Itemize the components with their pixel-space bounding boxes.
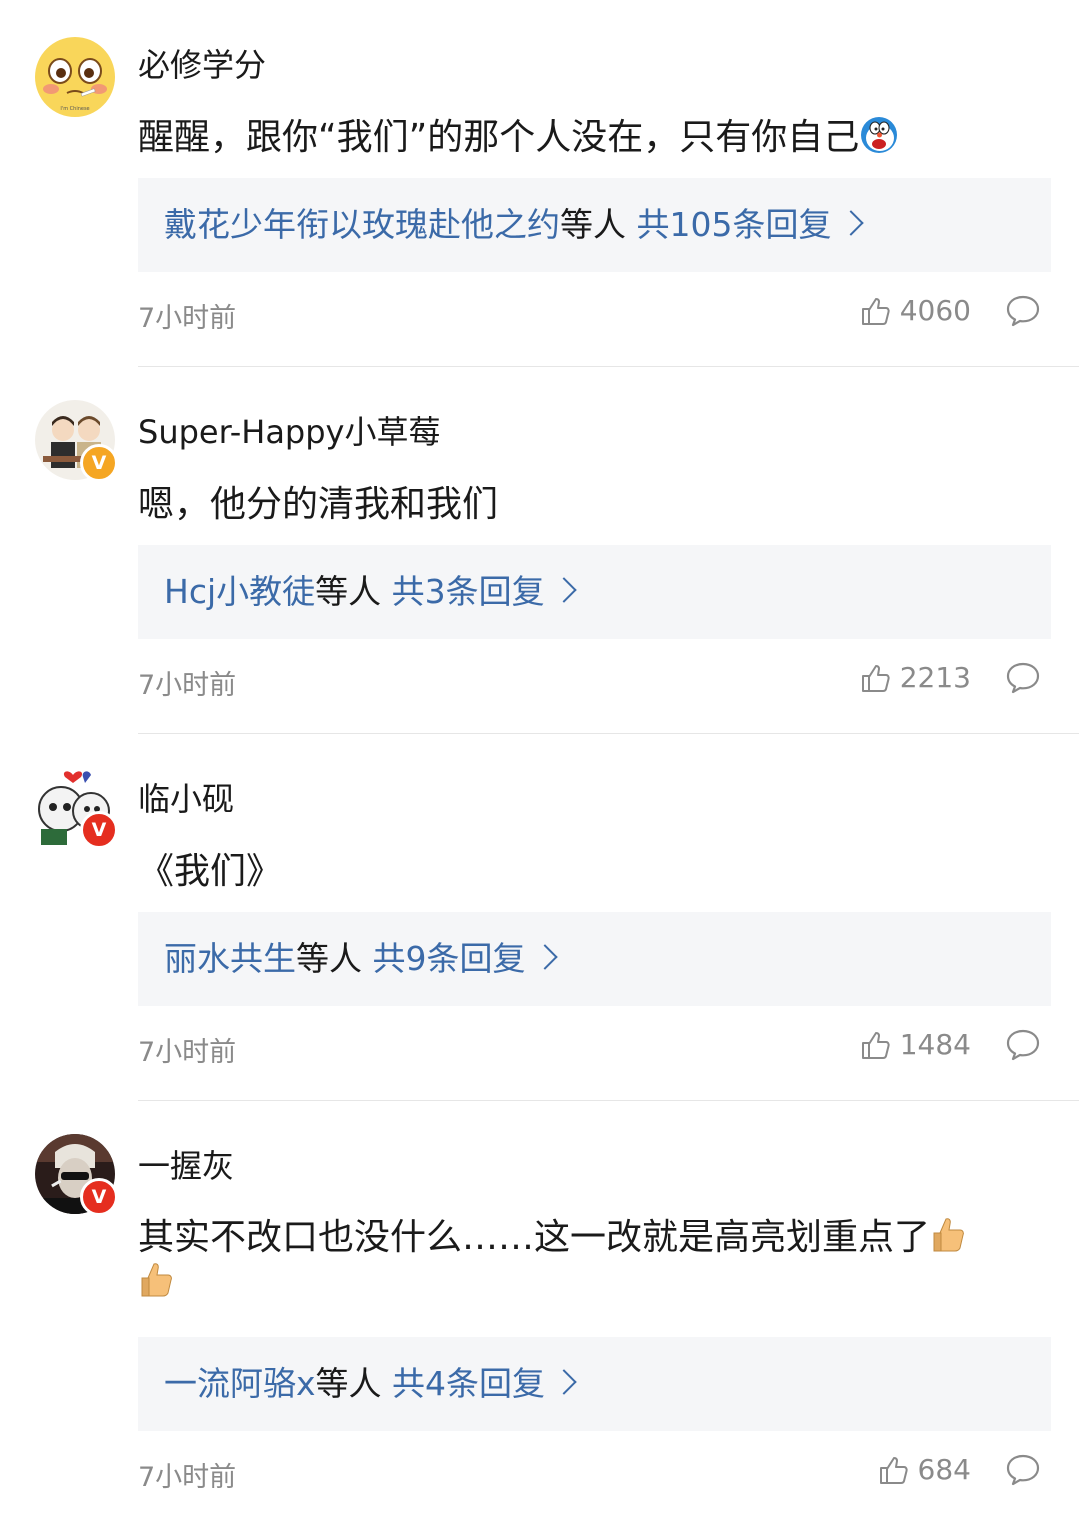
thumbs-up-icon [861,297,890,325]
timestamp: 7小时前 [138,303,237,334]
verified-badge-icon: V [80,811,118,849]
avatar[interactable]: V [33,765,118,849]
comment-text: 醒醒，跟你“我们”的那个人没在，只有你自己 [138,108,899,164]
reply-summary[interactable]: Hcj小教徒等人 共3条回复 [138,545,1051,639]
reply-count[interactable]: 共105条回复 [637,205,832,244]
chevron-right-icon [837,210,864,236]
comment-text-content: 醒醒，跟你“我们”的那个人没在，只有你自己 [138,117,860,158]
like-button[interactable]: 2213 [860,661,971,694]
divider [138,366,1079,367]
chevron-right-icon [551,1369,577,1395]
thumbs-up-icon [861,1031,890,1059]
svg-text:I'm Chinese: I'm Chinese [60,106,89,112]
avatar[interactable]: V [33,1132,118,1216]
reply-summary[interactable]: 戴花少年衔以玫瑰赴他之约等人 共105条回复 [138,178,1051,272]
chevron-right-icon [531,944,558,970]
reply-usernames[interactable]: 丽水共生 [164,939,296,978]
doraemon-emoji-icon [859,115,899,164]
comment-text: 《我们》 [138,851,283,892]
timestamp: 7小时前 [138,670,237,701]
comment-text: 嗯，他分的清我和我们 [138,484,499,525]
like-button[interactable]: 1484 [860,1028,971,1061]
comment-page: { "comments": [ { "username": "必修学分", "t… [0,0,1079,1522]
comment-bubble-icon[interactable] [1005,1453,1041,1491]
like-count: 1484 [899,1028,971,1061]
username[interactable]: 必修学分 [138,40,266,86]
username[interactable]: Super-Happy小草莓 [138,407,441,453]
reply-usernames[interactable]: 一流阿骆x [164,1364,316,1403]
reply-count[interactable]: 共3条回复 [392,572,545,611]
username[interactable]: 一握灰 [138,1141,234,1187]
comment-bubble-icon[interactable] [1005,661,1041,699]
reply-count[interactable]: 共4条回复 [392,1364,545,1403]
comment-text-content: 其实不改口也没什么……这一改就是高亮划重点了 [138,1217,931,1258]
reply-others-label: 等人 [296,939,373,978]
verified-badge-icon: V [80,1178,118,1216]
avatar[interactable]: I'm Chinese [33,35,117,119]
chevron-right-icon [550,577,577,603]
username[interactable]: 临小砚 [138,774,234,820]
blushing-emoji-avatar-icon: I'm Chinese [35,37,115,117]
timestamp: 7小时前 [138,1037,237,1068]
reply-usernames[interactable]: Hcj小教徒 [164,572,315,611]
like-count: 2213 [899,661,971,694]
thumbs-up-emoji-icon [138,1260,176,1309]
thumbs-up-icon [879,1456,908,1484]
timestamp: 7小时前 [138,1462,237,1493]
reply-others-label: 等人 [315,1364,393,1403]
thumbs-up-icon [861,664,890,692]
verified-badge-icon: V [80,444,118,482]
comment-bubble-icon[interactable] [1005,294,1041,332]
like-count: 4060 [899,294,971,327]
reply-usernames[interactable]: 戴花少年衔以玫瑰赴他之约 [164,205,560,244]
reply-summary[interactable]: 丽水共生等人 共9条回复 [138,912,1051,1006]
like-button[interactable]: 4060 [860,294,971,327]
avatar[interactable]: V [33,398,118,482]
reply-count[interactable]: 共9条回复 [373,939,526,978]
thumbs-up-emoji-icon [930,1215,968,1264]
like-button[interactable]: 684 [878,1453,971,1486]
comment-text: 其实不改口也没什么……这一改就是高亮划重点了 [138,1208,968,1264]
reply-summary[interactable]: 一流阿骆x等人 共4条回复 [138,1337,1051,1431]
reply-others-label: 等人 [315,572,392,611]
reply-others-label: 等人 [560,205,637,244]
divider [138,1100,1079,1101]
divider [138,733,1079,734]
like-count: 684 [917,1453,971,1486]
comment-text-line2 [138,1260,176,1309]
comment-bubble-icon[interactable] [1005,1028,1041,1066]
